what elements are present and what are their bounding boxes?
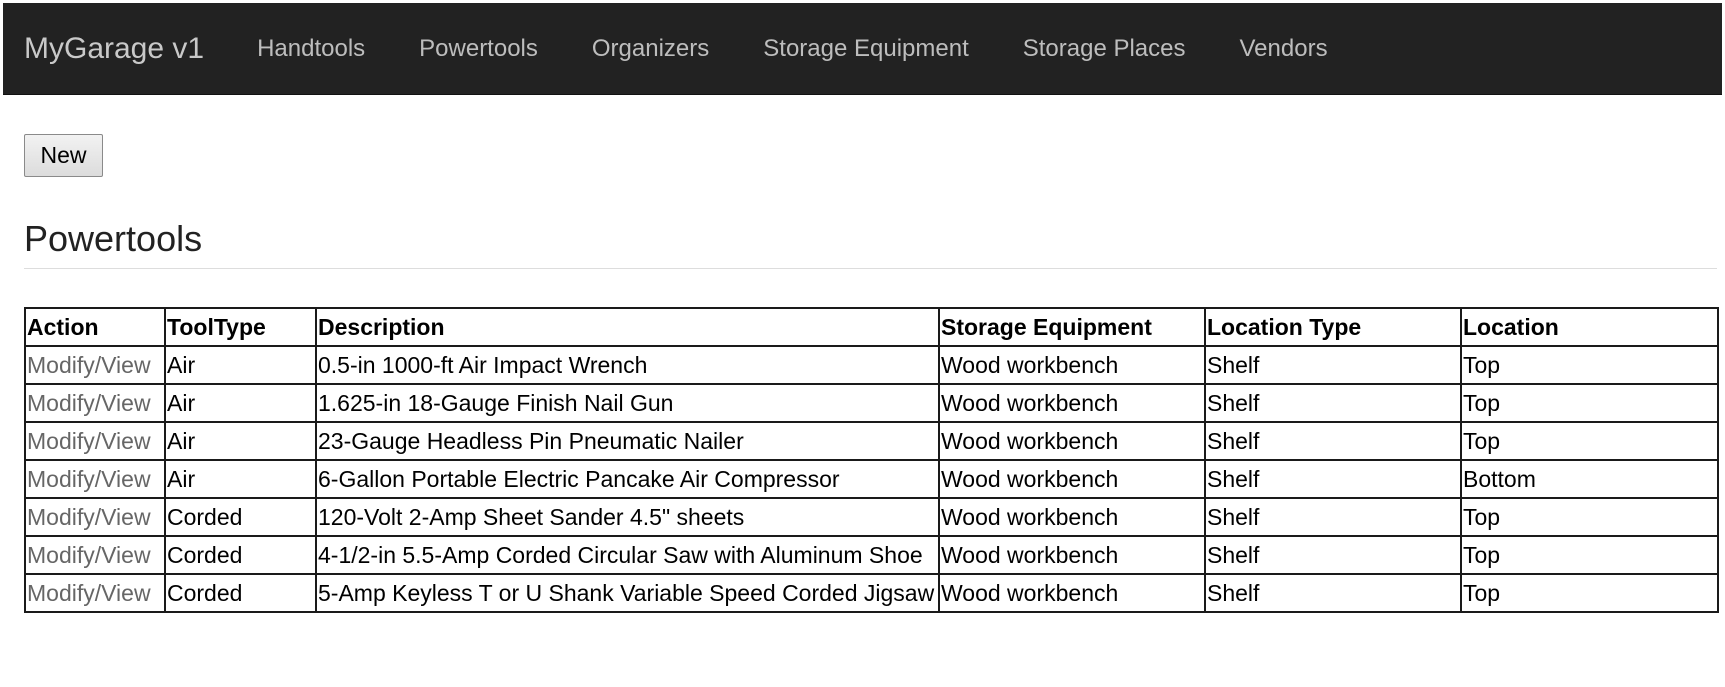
storage-equipment-cell: Wood workbench (938, 345, 1206, 385)
modify-view-link[interactable]: Modify/View (24, 573, 166, 613)
tooltype-cell: Corded (164, 573, 317, 613)
column-header-tooltype: ToolType (164, 307, 317, 347)
location-cell: Top (1460, 497, 1719, 537)
description-cell: 1.625-in 18-Gauge Finish Nail Gun (315, 383, 940, 423)
table-row: Modify/View Corded 4-1/2-in 5.5-Amp Cord… (24, 535, 1719, 575)
nav-item-powertools[interactable]: Powertools (392, 35, 565, 63)
table-row: Modify/View Air 6-Gallon Portable Electr… (24, 459, 1719, 499)
page-title: Powertools (24, 218, 203, 259)
column-header-location: Location (1460, 307, 1719, 347)
table-row: Modify/View Corded 120-Volt 2-Amp Sheet … (24, 497, 1719, 537)
tooltype-cell: Air (164, 421, 317, 461)
storage-equipment-cell: Wood workbench (938, 421, 1206, 461)
storage-equipment-cell: Wood workbench (938, 573, 1206, 613)
location-cell: Top (1460, 535, 1719, 575)
location-type-cell: Shelf (1204, 345, 1462, 385)
description-cell: 120-Volt 2-Amp Sheet Sander 4.5" sheets (315, 497, 940, 537)
storage-equipment-cell: Wood workbench (938, 383, 1206, 423)
location-cell: Top (1460, 383, 1719, 423)
description-cell: 23-Gauge Headless Pin Pneumatic Nailer (315, 421, 940, 461)
title-divider (24, 268, 1717, 269)
top-navbar: MyGarage v1 Handtools Powertools Organiz… (3, 3, 1722, 95)
location-type-cell: Shelf (1204, 535, 1462, 575)
column-header-location-type: Location Type (1204, 307, 1462, 347)
storage-equipment-cell: Wood workbench (938, 497, 1206, 537)
new-button[interactable]: New (24, 134, 103, 177)
table-header-row: Action ToolType Description Storage Equi… (24, 307, 1719, 347)
modify-view-link[interactable]: Modify/View (24, 421, 166, 461)
nav-item-handtools[interactable]: Handtools (230, 35, 392, 63)
storage-equipment-cell: Wood workbench (938, 459, 1206, 499)
table-row: Modify/View Air 1.625-in 18-Gauge Finish… (24, 383, 1719, 423)
nav-item-vendors[interactable]: Vendors (1213, 35, 1355, 63)
modify-view-link[interactable]: Modify/View (24, 345, 166, 385)
nav-item-organizers[interactable]: Organizers (565, 35, 736, 63)
location-cell: Top (1460, 421, 1719, 461)
location-type-cell: Shelf (1204, 497, 1462, 537)
modify-view-link[interactable]: Modify/View (24, 497, 166, 537)
tooltype-cell: Air (164, 383, 317, 423)
app-brand[interactable]: MyGarage v1 (24, 32, 204, 66)
description-cell: 6-Gallon Portable Electric Pancake Air C… (315, 459, 940, 499)
table-row: Modify/View Air 23-Gauge Headless Pin Pn… (24, 421, 1719, 461)
location-cell: Top (1460, 573, 1719, 613)
location-cell: Bottom (1460, 459, 1719, 499)
location-type-cell: Shelf (1204, 421, 1462, 461)
modify-view-link[interactable]: Modify/View (24, 383, 166, 423)
description-cell: 4-1/2-in 5.5-Amp Corded Circular Saw wit… (315, 535, 940, 575)
modify-view-link[interactable]: Modify/View (24, 535, 166, 575)
description-cell: 5-Amp Keyless T or U Shank Variable Spee… (315, 573, 940, 613)
location-cell: Top (1460, 345, 1719, 385)
table-row: Modify/View Corded 5-Amp Keyless T or U … (24, 573, 1719, 613)
table-row: Modify/View Air 0.5-in 1000-ft Air Impac… (24, 345, 1719, 385)
column-header-action: Action (24, 307, 166, 347)
column-header-storage-equipment: Storage Equipment (938, 307, 1206, 347)
column-header-description: Description (315, 307, 940, 347)
tooltype-cell: Corded (164, 497, 317, 537)
description-cell: 0.5-in 1000-ft Air Impact Wrench (315, 345, 940, 385)
nav-item-storage-equipment[interactable]: Storage Equipment (736, 35, 995, 63)
location-type-cell: Shelf (1204, 383, 1462, 423)
tooltype-cell: Air (164, 345, 317, 385)
location-type-cell: Shelf (1204, 573, 1462, 613)
tooltype-cell: Air (164, 459, 317, 499)
location-type-cell: Shelf (1204, 459, 1462, 499)
powertools-table: Action ToolType Description Storage Equi… (24, 307, 1719, 613)
modify-view-link[interactable]: Modify/View (24, 459, 166, 499)
tooltype-cell: Corded (164, 535, 317, 575)
storage-equipment-cell: Wood workbench (938, 535, 1206, 575)
nav-item-storage-places[interactable]: Storage Places (996, 35, 1213, 63)
